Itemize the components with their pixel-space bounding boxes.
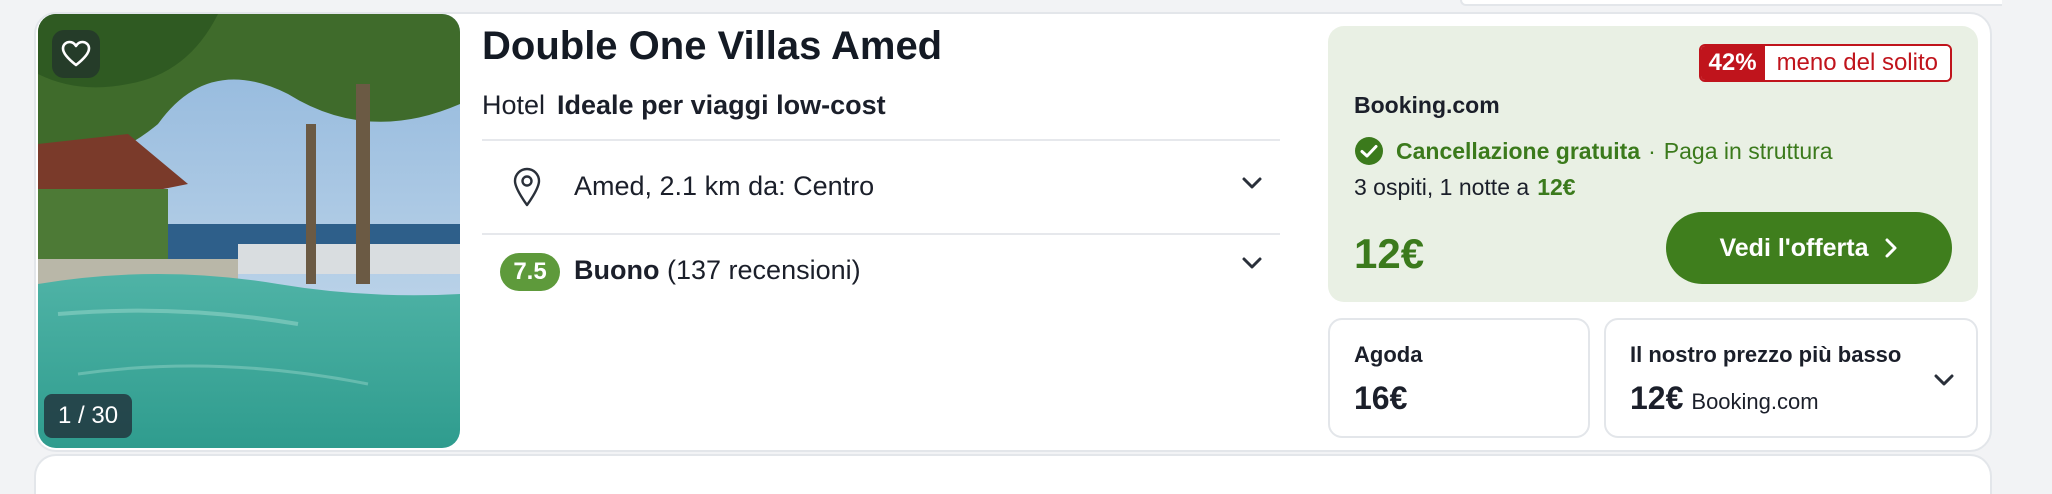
discount-percent: 42% [1700,46,1765,80]
review-count: (137 recensioni) [667,255,861,285]
guests-price: 12€ [1537,174,1576,200]
chevron-down-icon[interactable] [1930,366,1958,394]
alt-price-agoda[interactable]: Agoda 16€ [1328,318,1590,438]
guests-summary: 3 ospiti, 1 notte a 12€ [1354,174,1576,201]
hotel-type: Hotel [482,90,546,120]
deal-provider: Booking.com [1354,92,1500,118]
previous-card-edge [1460,0,2002,6]
lowest-price: 12€ Booking.com [1630,380,1819,417]
chevron-down-icon[interactable] [1238,169,1266,197]
alt-provider: Agoda [1354,342,1423,367]
rating-row[interactable]: 7.5 Buono (137 recensioni) [482,235,1280,325]
discount-text: meno del solito [1764,46,1950,80]
hotel-photo[interactable] [38,14,460,448]
hotel-tag: Ideale per viaggi low-cost [557,90,886,120]
lowest-price-label: Il nostro prezzo più basso [1630,342,1902,367]
heart-icon [61,40,91,67]
pay-at-property-label: Paga in struttura [1663,137,1833,164]
favorite-button[interactable] [52,30,100,78]
alt-price: 16€ [1354,380,1408,416]
hotel-subtitle: Hotel Ideale per viaggi low-cost [482,90,886,121]
alt-price-lowest[interactable]: Il nostro prezzo più basso 12€ Booking.co… [1604,318,1978,438]
check-circle-icon [1355,137,1383,165]
discount-badge: 42% meno del solito [1698,44,1952,82]
cancellation-info: Cancellazione gratuita · Paga in struttu… [1354,136,1833,166]
separator-dot: · [1648,137,1656,164]
location-row[interactable]: Amed, 2.1 km da: Centro [482,141,1280,231]
rating-score-badge: 7.5 [500,253,560,291]
free-cancellation-label: Cancellazione gratuita [1396,137,1641,164]
view-deal-button[interactable]: Vedi l'offerta [1666,212,1952,284]
next-result-card[interactable] [34,454,1992,494]
guests-text: 3 ospiti, 1 notte a [1354,174,1530,200]
rating-summary: Buono (137 recensioni) [574,255,861,286]
deal-price: 12€ [1354,230,1425,277]
location-pin-icon [513,167,541,207]
location-text: Amed, 2.1 km da: Centro [574,171,875,201]
hotel-name[interactable]: Double One Villas Amed [482,24,942,69]
lowest-price-value: 12€ [1630,380,1684,416]
photo-counter: 1 / 30 [44,394,133,438]
view-deal-label: Vedi l'offerta [1719,233,1869,262]
lowest-price-provider: Booking.com [1691,389,1819,414]
best-deal-panel[interactable]: 42% meno del solito Booking.com Cancella… [1328,26,1978,302]
chevron-right-icon [1885,238,1897,258]
chevron-down-icon[interactable] [1238,249,1266,277]
rating-label: Buono [574,255,660,285]
